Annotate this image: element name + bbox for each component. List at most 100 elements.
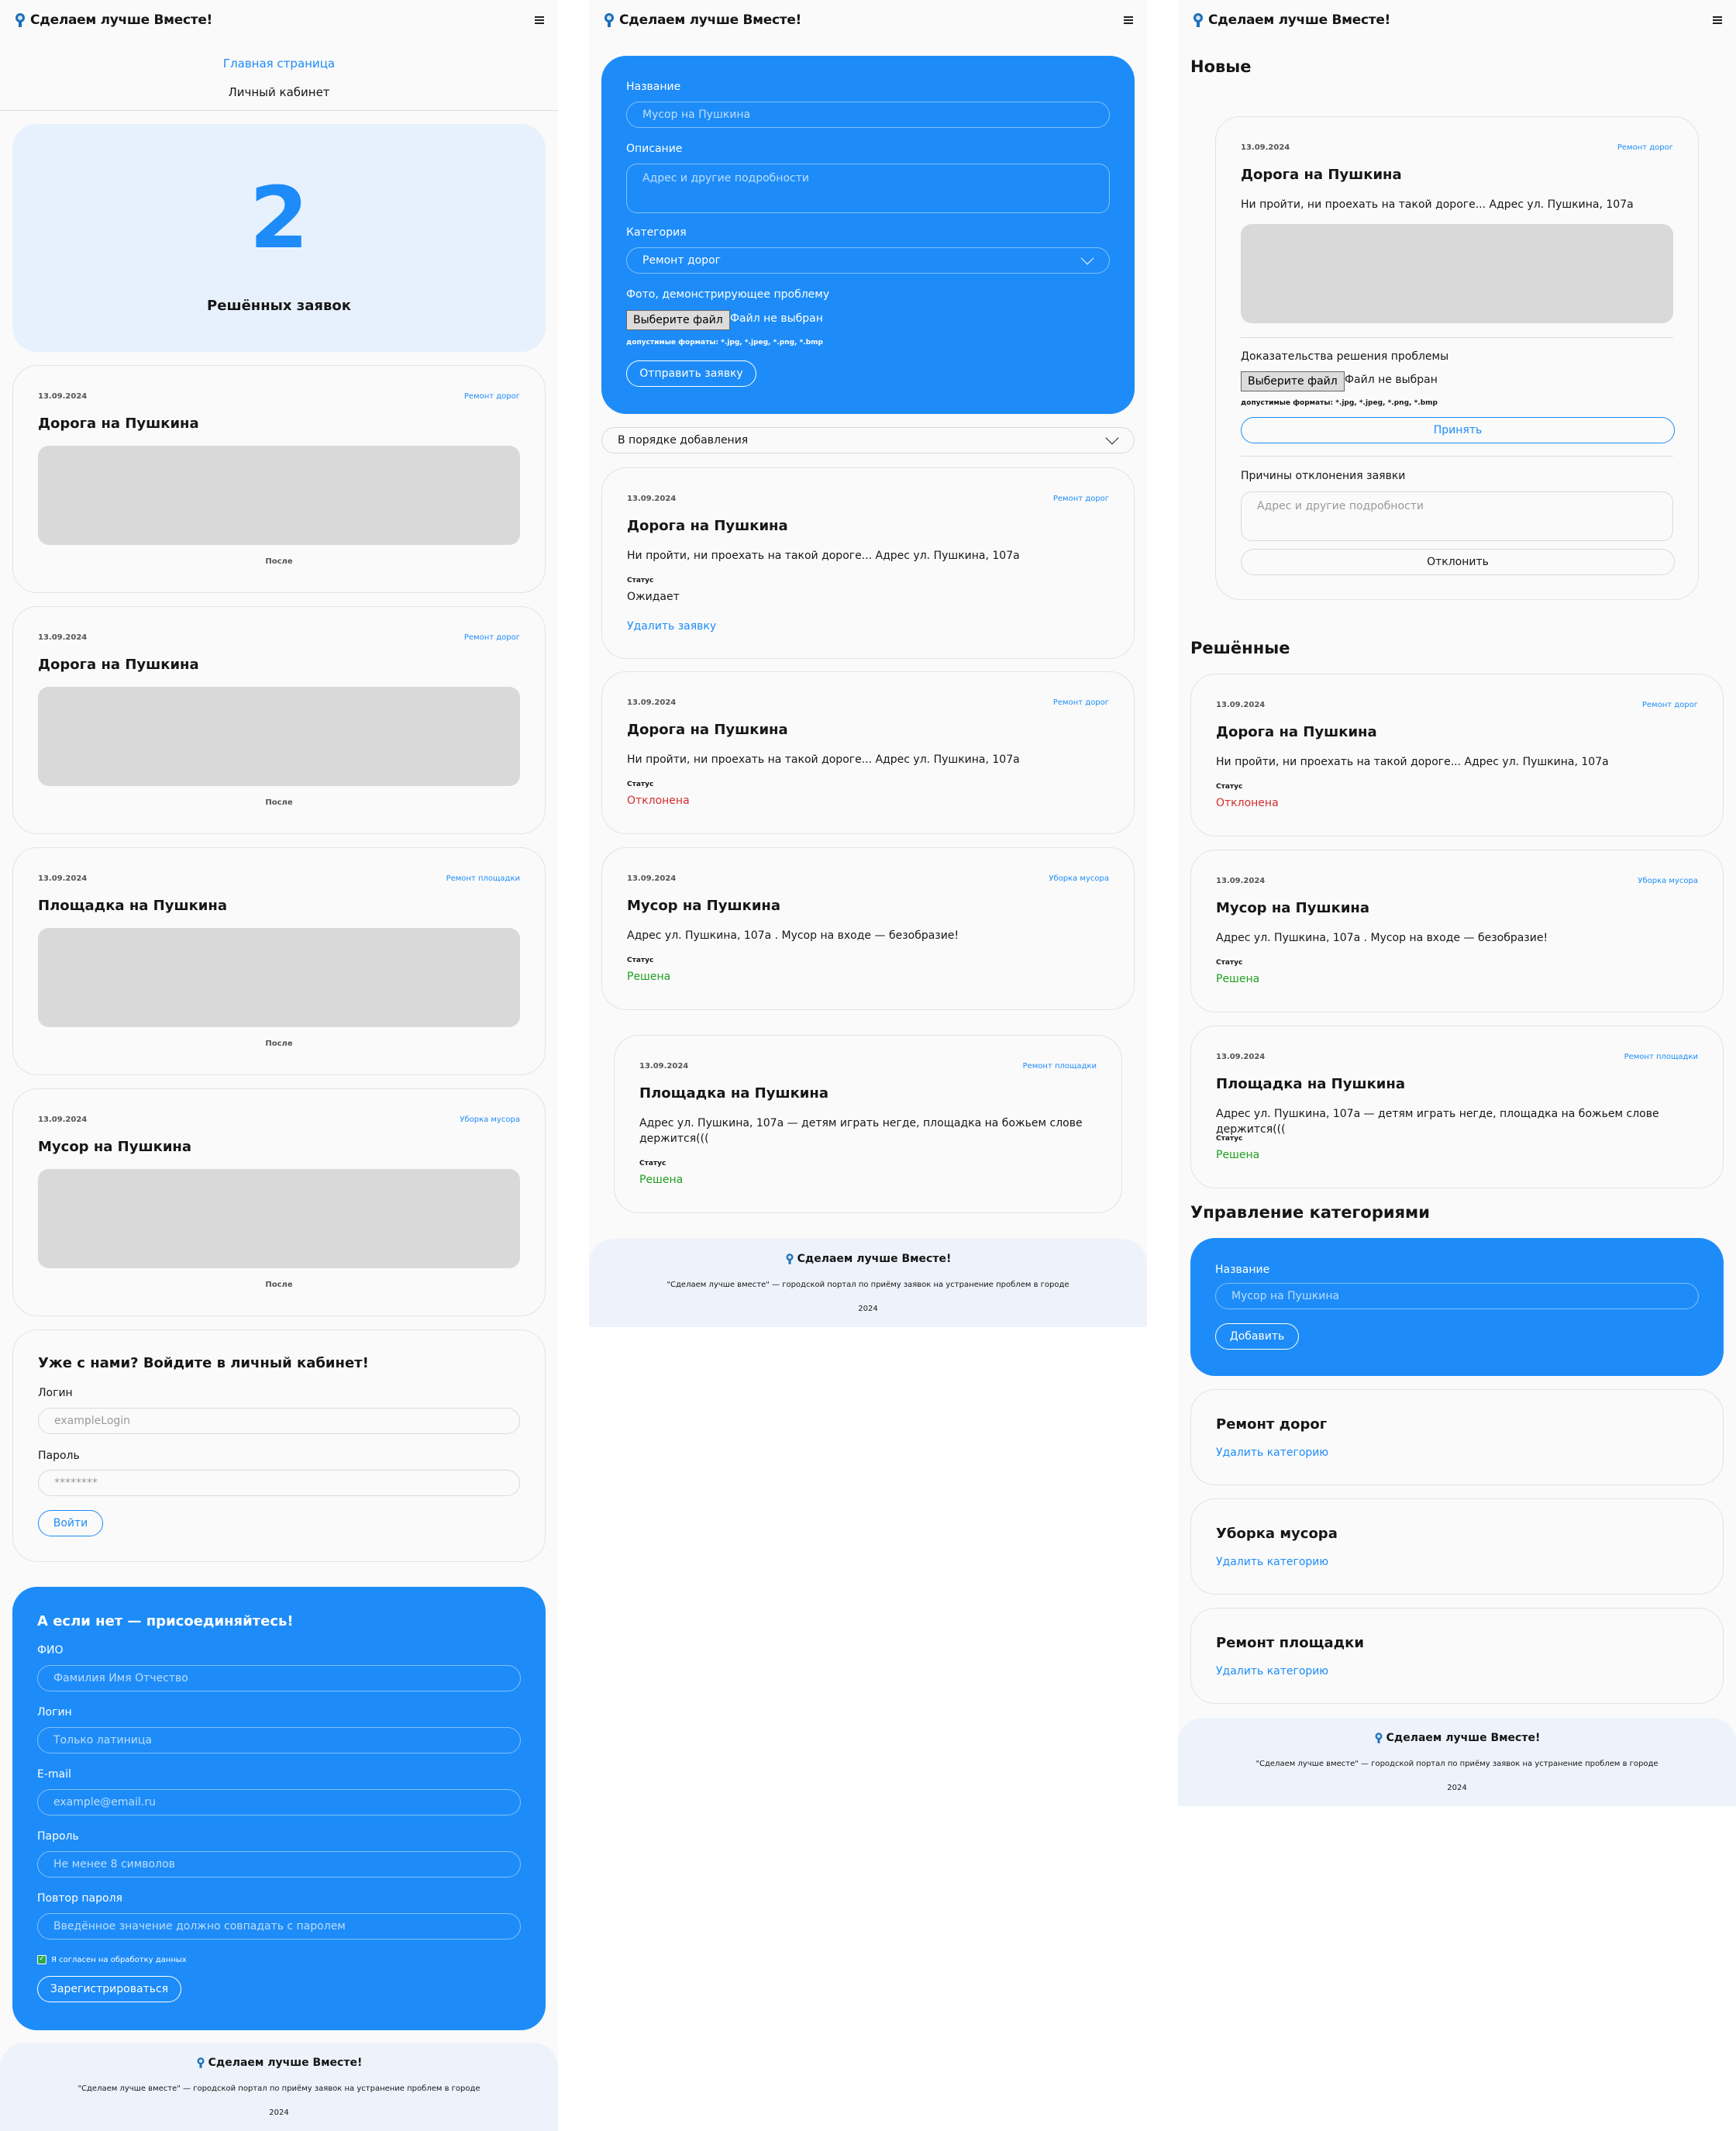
footer-logo-text: Сделаем лучше Вместе! [797,1253,952,1265]
consent-label: Я согласен на обработку данных [51,1956,187,1964]
card-category: Уборка мусора [460,1115,520,1124]
footer: Сделаем лучше Вместе! "Сделаем лучше вме… [589,1239,1147,1327]
reg-password-input[interactable]: Не менее 8 символов [37,1851,521,1878]
card-title: Площадка на Пушкина [639,1085,829,1102]
login-title: Уже с нами? Войдите в личный кабинет! [38,1355,369,1371]
photo-label: Фото, демонстрирующее проблему [626,288,830,301]
logo-icon [786,1253,794,1264]
delete-category-link[interactable]: Удалить категорию [1216,1556,1328,1568]
column-cabinet: Сделаем лучше Вместе! Название Мусор на … [589,0,1147,1327]
card-description: Ни пройти, ни проехать на такой дороге..… [1241,198,1634,211]
accept-button[interactable]: Принять [1241,417,1675,443]
card-title: Дорога на Пушкина [627,518,788,534]
card-date: 13.09.2024 [1216,1053,1266,1061]
reg-password-label: Пароль [37,1830,79,1843]
footer-logo: Сделаем лучше Вместе! [589,1253,1147,1265]
delete-category-link[interactable]: Удалить категорию [1216,1447,1328,1459]
status-value: Решена [1216,973,1260,985]
category-select[interactable]: Ремонт дорог [626,247,1110,274]
card-category: Ремонт дорог [463,633,520,642]
footer-description: "Сделаем лучше вместе" — городской порта… [1256,1760,1658,1768]
password-input[interactable]: ******** [38,1470,520,1496]
nav-divider [0,110,558,111]
fio-input[interactable]: Фамилия Имя Отчество [37,1665,521,1691]
request-card: 13.09.2024 Ремонт дорог Дорога на Пушкин… [1190,674,1724,836]
status-value: Решена [639,1174,684,1186]
logo[interactable]: Сделаем лучше Вместе! [603,12,801,28]
hamburger-icon[interactable] [1124,16,1133,24]
login-form: Уже с нами? Войдите в личный кабинет! Ло… [12,1329,546,1562]
card-title: Дорога на Пушкина [1216,724,1377,740]
card-category: Ремонт дорог [463,392,520,401]
choose-file-button[interactable]: Выберите файл [626,310,730,330]
delete-category-link[interactable]: Удалить категорию [1216,1665,1328,1678]
register-form: А если нет — присоединяйтесь! ФИО Фамили… [12,1587,546,2030]
stats-card: 2 Решённых заявок [12,124,546,352]
status-label: Статус [627,957,654,964]
card-date: 13.09.2024 [38,1115,88,1124]
sort-select[interactable]: В порядке добавления [601,427,1135,453]
stats-number: 2 [249,168,309,267]
reg-login-input[interactable]: Только латиница [37,1727,521,1753]
hamburger-icon[interactable] [535,16,544,24]
card-title: Мусор на Пушкина [627,898,781,914]
status-value: Отклонена [1216,797,1279,809]
column-home: Сделаем лучше Вместе! Главная страница Л… [0,0,558,2131]
submit-request-button[interactable]: Отправить заявку [626,360,756,387]
card-category: Ремонт дорог [1052,698,1109,707]
add-category-form: Название Мусор на Пушкина Добавить [1190,1238,1724,1376]
description-textarea[interactable]: Адрес и другие подробности [626,164,1110,213]
logo-icon [604,13,614,27]
categories-section-title: Управление категориями [1190,1203,1430,1222]
category-title: Уборка мусора [1216,1526,1338,1542]
login-input[interactable]: exampleLogin [38,1408,520,1434]
footer-description: "Сделаем лучше вместе" — городской порта… [78,2084,480,2093]
category-card: Ремонт дорог Удалить категорию [1190,1389,1724,1485]
consent-checkbox[interactable]: ✓ [37,1955,46,1964]
solved-card: 13.09.2024 Уборка мусора Мусор на Пушкин… [12,1088,546,1316]
request-card: 13.09.2024 Уборка мусора Мусор на Пушкин… [1190,850,1724,1012]
request-card: 13.09.2024 Ремонт площадки Площадка на П… [614,1035,1122,1213]
login-button[interactable]: Войти [38,1510,103,1536]
card-category: Ремонт площадки [1022,1062,1097,1071]
choose-file-button[interactable]: Выберите файл [1241,371,1345,391]
card-category: Ремонт дорог [1617,143,1673,152]
footer-logo: Сделаем лучше Вместе! [0,2057,558,2069]
card-description: Ни пройти, ни проехать на такой дороге..… [627,550,1020,562]
logo[interactable]: Сделаем лучше Вместе! [14,12,212,28]
card-date: 13.09.2024 [639,1062,689,1071]
category-name-label: Название [1215,1264,1270,1276]
reject-button[interactable]: Отклонить [1241,549,1675,575]
formats-hint: допустимые форматы: *.jpg, *.jpeg, *.png… [1241,399,1438,407]
card-description: Ни пройти, ни проехать на такой дороге..… [627,753,1020,766]
email-input[interactable]: example@email.ru [37,1789,521,1815]
card-description: Адрес ул. Пушкина, 107а — детям играть н… [639,1117,1083,1145]
card-date: 13.09.2024 [1216,701,1266,709]
reject-reason-textarea[interactable]: Адрес и другие подробности [1241,491,1673,541]
name-label: Название [626,81,681,93]
category-name-input[interactable]: Мусор на Пушкина [1215,1283,1699,1309]
logo[interactable]: Сделаем лучше Вместе! [1192,12,1390,28]
logo-text: Сделаем лучше Вместе! [30,12,213,28]
hamburger-icon[interactable] [1713,16,1722,24]
card-category: Уборка мусора [1049,874,1109,883]
card-description: Адрес ул. Пушкина, 107а — детям играть н… [1216,1108,1659,1136]
nav-cabinet-link[interactable]: Личный кабинет [0,85,558,99]
card-title: Площадка на Пушкина [38,898,228,914]
reg-login-label: Логин [37,1706,72,1719]
name-input[interactable]: Мусор на Пушкина [626,102,1110,128]
footer-logo-text: Сделаем лучше Вместе! [1386,1732,1541,1744]
card-description: Ни пройти, ни проехать на такой дороге..… [1216,756,1609,768]
repeat-password-input[interactable]: Введённое значение должно совпадать с па… [37,1913,521,1940]
delete-request-link[interactable]: Удалить заявку [627,620,716,633]
card-category: Ремонт дорог [1052,495,1109,503]
status-label: Статус [1216,1135,1243,1143]
register-title: А если нет — присоединяйтесь! [37,1613,294,1629]
card-date: 13.09.2024 [627,874,677,883]
category-card: Уборка мусора Удалить категорию [1190,1498,1724,1595]
register-button[interactable]: Зарегистрироваться [37,1976,181,2002]
request-card: 13.09.2024 Ремонт дорог Дорога на Пушкин… [601,671,1135,834]
nav-home-link[interactable]: Главная страница [0,57,558,71]
moderation-card: 13.09.2024 Ремонт дорог Дорога на Пушкин… [1215,116,1699,600]
add-category-button[interactable]: Добавить [1215,1323,1299,1350]
